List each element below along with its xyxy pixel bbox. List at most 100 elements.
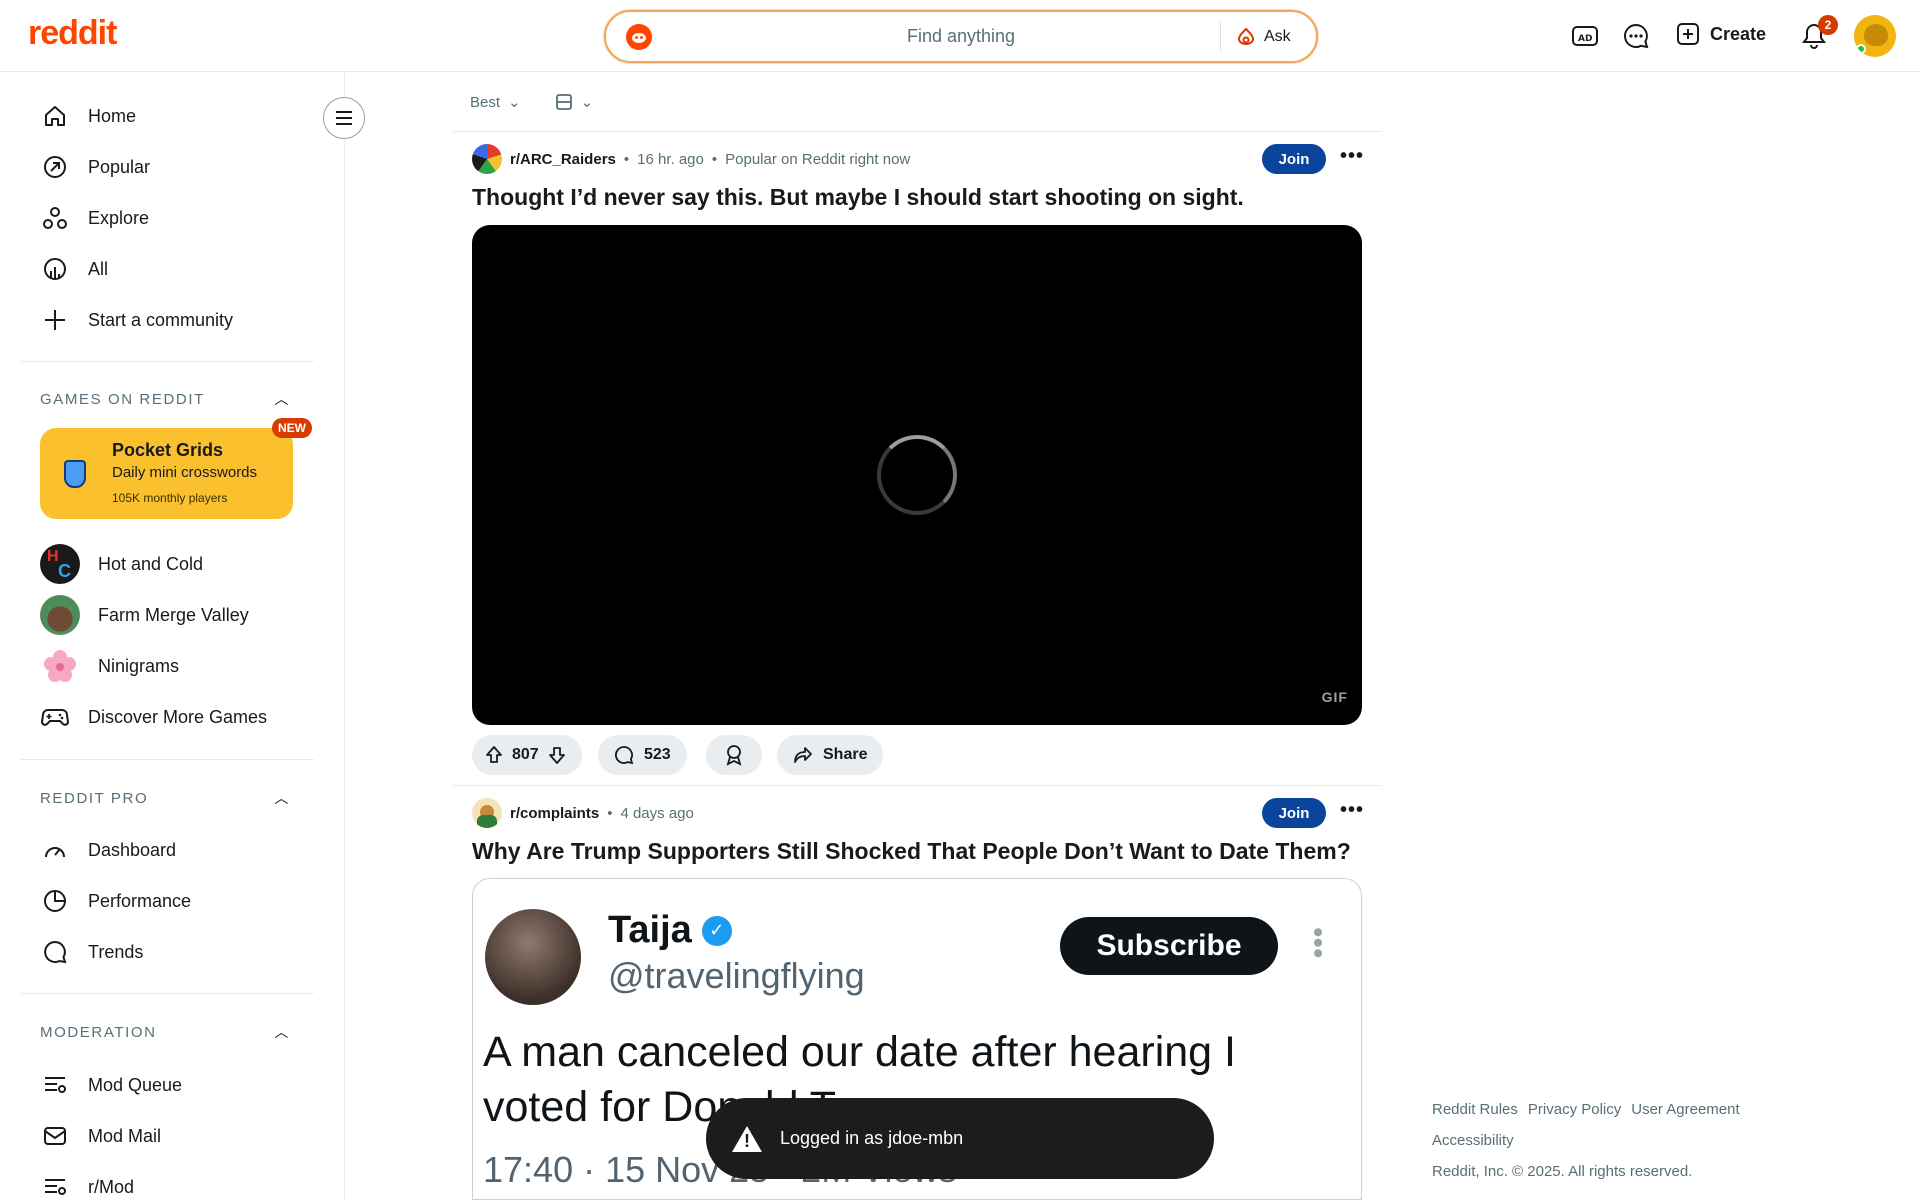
post-meta: r/ARC_Raiders • 16 hr. ago • Popular on …: [472, 144, 910, 174]
sidebar-item-mod-mail[interactable]: Mod Mail: [40, 1112, 320, 1160]
advertise-icon[interactable]: AD: [1571, 22, 1599, 50]
sidebar-item-label: Popular: [88, 156, 151, 177]
sidebar-divider: [20, 759, 314, 760]
sidebar-item-trends[interactable]: Trends: [40, 928, 320, 976]
vote-count: 807: [512, 746, 539, 763]
comments-button[interactable]: 523: [598, 735, 687, 775]
arc-raiders-icon[interactable]: [472, 144, 502, 174]
tweet-kebab-icon: •••: [1301, 927, 1334, 959]
meta-separator: •: [711, 150, 718, 168]
tweet-line: A man canceled our date after hearing I: [483, 1028, 1236, 1076]
view-dropdown[interactable]: ⌄: [555, 93, 594, 111]
chevron-up-icon[interactable]: ︿: [274, 1022, 290, 1042]
gif-tag: GIF: [1321, 689, 1348, 705]
avatar-face: [1864, 24, 1888, 46]
user-avatar[interactable]: [1854, 15, 1896, 57]
sidebar-item-hot-and-cold[interactable]: H C Hot and Cold: [40, 540, 320, 588]
chat-icon[interactable]: [1622, 22, 1650, 50]
award-icon: [726, 745, 742, 766]
card-view-icon: [555, 94, 572, 110]
chevron-down-icon: ⌄: [580, 94, 594, 111]
pocket-grids-promo[interactable]: Pocket Grids Daily mini crosswords 105K …: [40, 418, 312, 519]
feed-controls: Best ⌄ ⌄: [470, 90, 593, 114]
sidebar-item-dashboard[interactable]: Dashboard: [40, 826, 320, 874]
warning-icon: [732, 1125, 762, 1152]
home-icon: [40, 101, 70, 131]
sidebar-item-explore[interactable]: Explore: [40, 194, 320, 242]
search-bar[interactable]: Find anything Ask: [604, 10, 1318, 63]
collapse-sidebar-button[interactable]: [323, 97, 365, 139]
sidebar-item-start-community[interactable]: Start a community: [40, 296, 320, 344]
sidebar-item-label: Trends: [88, 941, 144, 962]
create-button[interactable]: Create: [1676, 22, 1766, 46]
promo-title: Pocket Grids: [112, 440, 224, 460]
search-placeholder[interactable]: Find anything: [606, 26, 1316, 47]
verified-check-icon: ✓: [701, 915, 732, 946]
award-button[interactable]: [706, 735, 762, 775]
sort-dropdown[interactable]: Best ⌄: [470, 93, 521, 112]
tweet-author-name: Taija: [608, 909, 692, 951]
sidebar-item-label: Ninigrams: [98, 655, 180, 676]
ask-icon: [1237, 27, 1255, 45]
post-media[interactable]: GIF: [472, 225, 1362, 725]
sidebar-item-ninigrams[interactable]: Ninigrams: [40, 642, 320, 690]
meta-separator: •: [623, 150, 630, 168]
footer-link-accessibility[interactable]: Accessibility: [1432, 1125, 1852, 1156]
post-title[interactable]: Why Are Trump Supporters Still Shocked T…: [472, 838, 1351, 865]
sidebar-item-label: Hot and Cold: [98, 553, 204, 574]
sidebar-item-mod-queue[interactable]: Mod Queue: [40, 1061, 320, 1109]
mod-mail-icon: [40, 1121, 70, 1151]
reddit-pro-section-header[interactable]: REDDIT PRO ︿: [40, 786, 290, 810]
create-label: Create: [1710, 23, 1767, 44]
sidebar-divider: [20, 993, 314, 994]
footer-link-privacy[interactable]: Privacy Policy: [1528, 1101, 1621, 1118]
sort-label: Best: [470, 93, 501, 111]
share-label: Share: [823, 746, 868, 763]
games-section-header[interactable]: GAMES ON REDDIT ︿: [40, 387, 290, 411]
sidebar-item-all[interactable]: All: [40, 245, 320, 293]
chevron-up-icon[interactable]: ︿: [274, 788, 290, 808]
sidebar-item-home[interactable]: Home: [40, 92, 320, 140]
more-options-icon[interactable]: •••: [1340, 145, 1364, 168]
sidebar-item-farm-merge-valley[interactable]: Farm Merge Valley: [40, 591, 320, 639]
top-bar: reddit Find anything Ask AD Create 2: [0, 0, 1920, 72]
join-button[interactable]: Join: [1262, 144, 1326, 174]
popular-icon: [40, 152, 70, 182]
footer-link-user-agreement[interactable]: User Agreement: [1631, 1101, 1739, 1118]
footer-link-rules[interactable]: Reddit Rules: [1432, 1101, 1518, 1118]
hamburger-icon: [336, 111, 352, 125]
subreddit-name[interactable]: r/ARC_Raiders: [510, 151, 616, 168]
left-sidebar: Home Popular Explore All Start a communi…: [0, 72, 345, 1200]
more-options-icon[interactable]: •••: [1340, 799, 1364, 822]
footer-copyright: Reddit, Inc. © 2025. All rights reserved…: [1432, 1163, 1693, 1180]
moderation-section-header[interactable]: MODERATION ︿: [40, 1020, 290, 1044]
sidebar-item-popular[interactable]: Popular: [40, 143, 320, 191]
sidebar-item-discover-games[interactable]: Discover More Games: [40, 693, 320, 741]
post-title[interactable]: Thought I’d never say this. But maybe I …: [472, 184, 1244, 211]
sidebar-item-performance[interactable]: Performance: [40, 877, 320, 925]
login-toast: Logged in as jdoe-mbn: [706, 1098, 1214, 1179]
upvote-icon[interactable]: [484, 745, 504, 765]
footer-links: Reddit Rules Privacy Policy User Agreement: [1432, 1094, 1852, 1125]
create-icon: [1677, 23, 1699, 45]
r-mod-icon: [40, 1172, 70, 1200]
ask-button[interactable]: Ask: [1236, 24, 1291, 50]
join-button[interactable]: Join: [1262, 798, 1326, 828]
feed-divider: [452, 131, 1382, 132]
explore-icon: [40, 203, 70, 233]
sidebar-item-label: Discover More Games: [88, 706, 268, 727]
svg-text:AD: AD: [1578, 34, 1592, 44]
sidebar-item-r-mod[interactable]: r/Mod: [40, 1163, 320, 1200]
plus-icon: [40, 305, 70, 335]
reddit-logo[interactable]: reddit: [28, 14, 117, 53]
share-button[interactable]: Share: [777, 735, 884, 775]
feed-divider: [452, 785, 1382, 786]
footer: Reddit Rules Privacy Policy User Agreement…: [1432, 1094, 1852, 1187]
downvote-icon[interactable]: [547, 745, 567, 765]
comment-icon: [615, 746, 634, 765]
complaints-icon[interactable]: [472, 798, 502, 828]
share-icon: [794, 747, 812, 763]
subreddit-name[interactable]: r/complaints: [510, 805, 599, 822]
chevron-up-icon[interactable]: ︿: [274, 389, 290, 409]
search-divider: [1220, 22, 1221, 52]
